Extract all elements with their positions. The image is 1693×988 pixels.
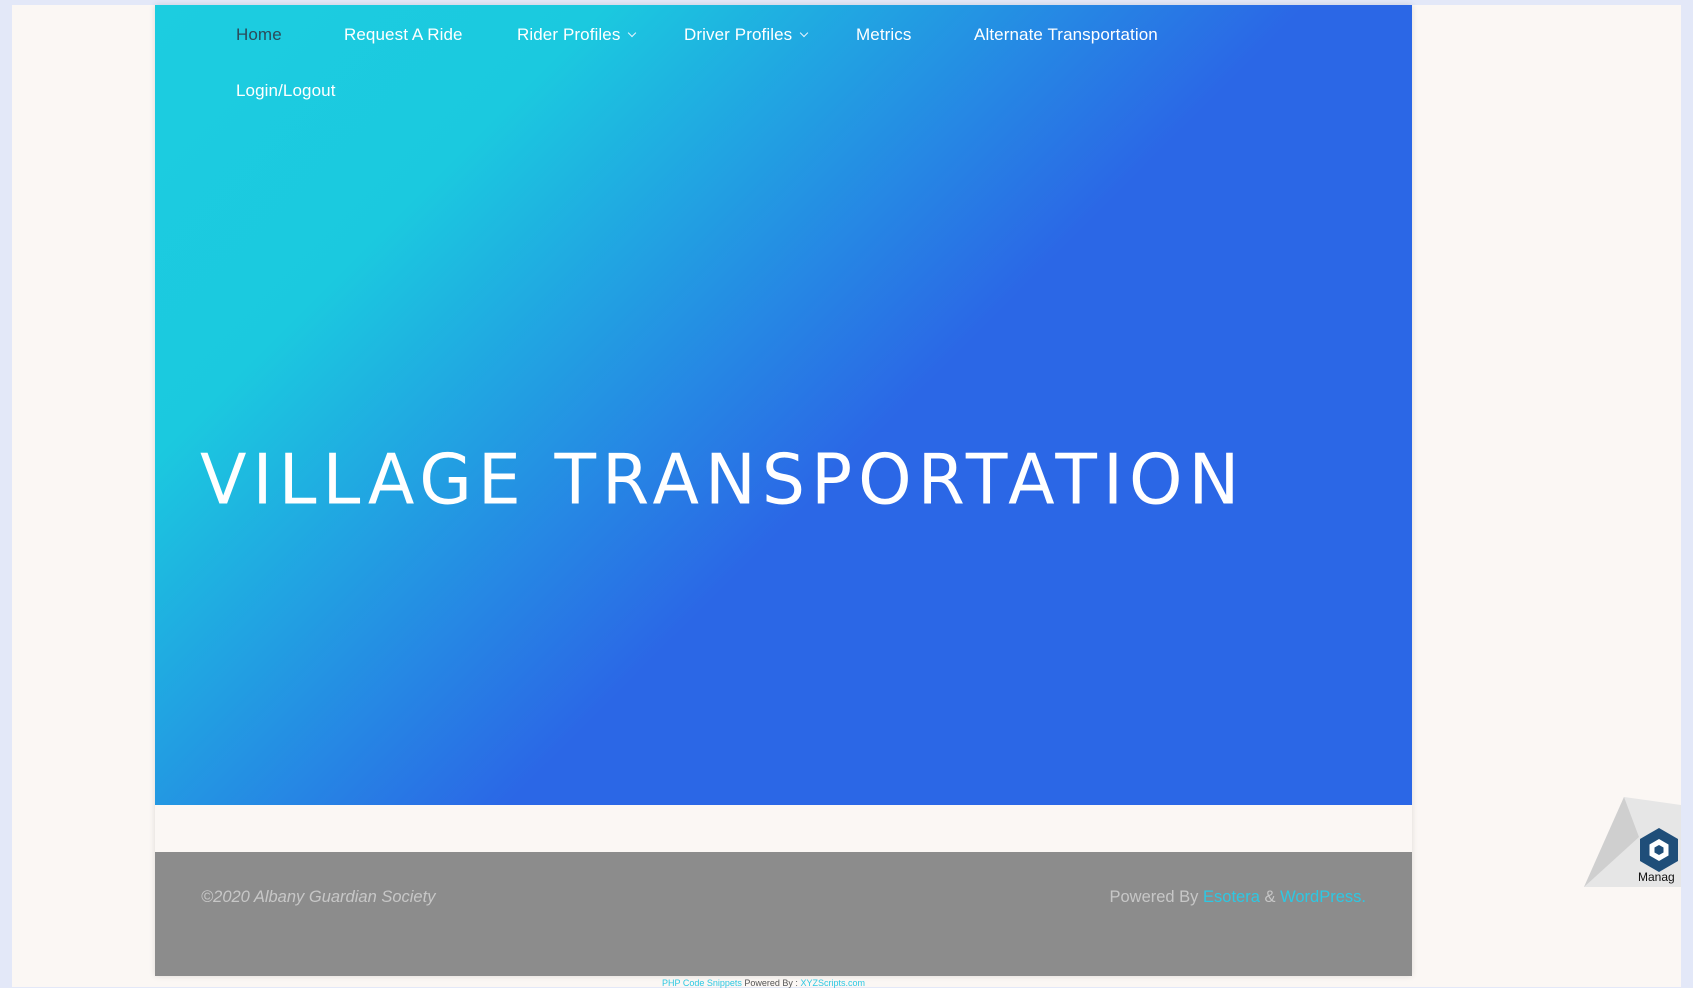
chevron-down-icon [800,28,809,38]
footer-copyright: ©2020 Albany Guardian Society [201,888,436,906]
nav-item-home[interactable]: Home [236,25,282,45]
nav-row-2: Login/Logout [236,81,1336,137]
nav-row-1: Home Request A Ride Rider Profiles Drive… [236,25,1336,81]
footer-powered-by: Powered By Esotera & WordPress. [1109,888,1366,907]
nav-item-alternate-transportation[interactable]: Alternate Transportation [974,25,1158,45]
chevron-down-icon [628,28,637,38]
powered-by-text: Powered By [1109,888,1199,906]
spacer-band [155,805,1412,852]
ampersand-text: & [1264,888,1276,906]
browser-page: Home Request A Ride Rider Profiles Drive… [12,5,1681,988]
nav-item-driver-profiles[interactable]: Driver Profiles [684,25,809,45]
widget-label: Manag [1638,870,1675,884]
esotera-link[interactable]: Esotera [1203,888,1260,906]
nav-item-metrics[interactable]: Metrics [856,25,911,45]
hero-title: VILLAGE TRANSPORTATION [200,439,1246,521]
site-container: Home Request A Ride Rider Profiles Drive… [155,5,1412,976]
nav-item-driver-profiles-label: Driver Profiles [684,25,793,44]
nav-item-rider-profiles[interactable]: Rider Profiles [517,25,637,45]
nav-item-rider-profiles-label: Rider Profiles [517,25,621,44]
hero-banner: Home Request A Ride Rider Profiles Drive… [155,5,1412,805]
nav-item-login-logout[interactable]: Login/Logout [236,81,336,101]
main-nav: Home Request A Ride Rider Profiles Drive… [236,25,1336,137]
nav-item-request-a-ride[interactable]: Request A Ride [344,25,463,45]
wordpress-link[interactable]: WordPress. [1280,888,1366,906]
site-footer: ©2020 Albany Guardian Society Powered By… [155,852,1412,976]
